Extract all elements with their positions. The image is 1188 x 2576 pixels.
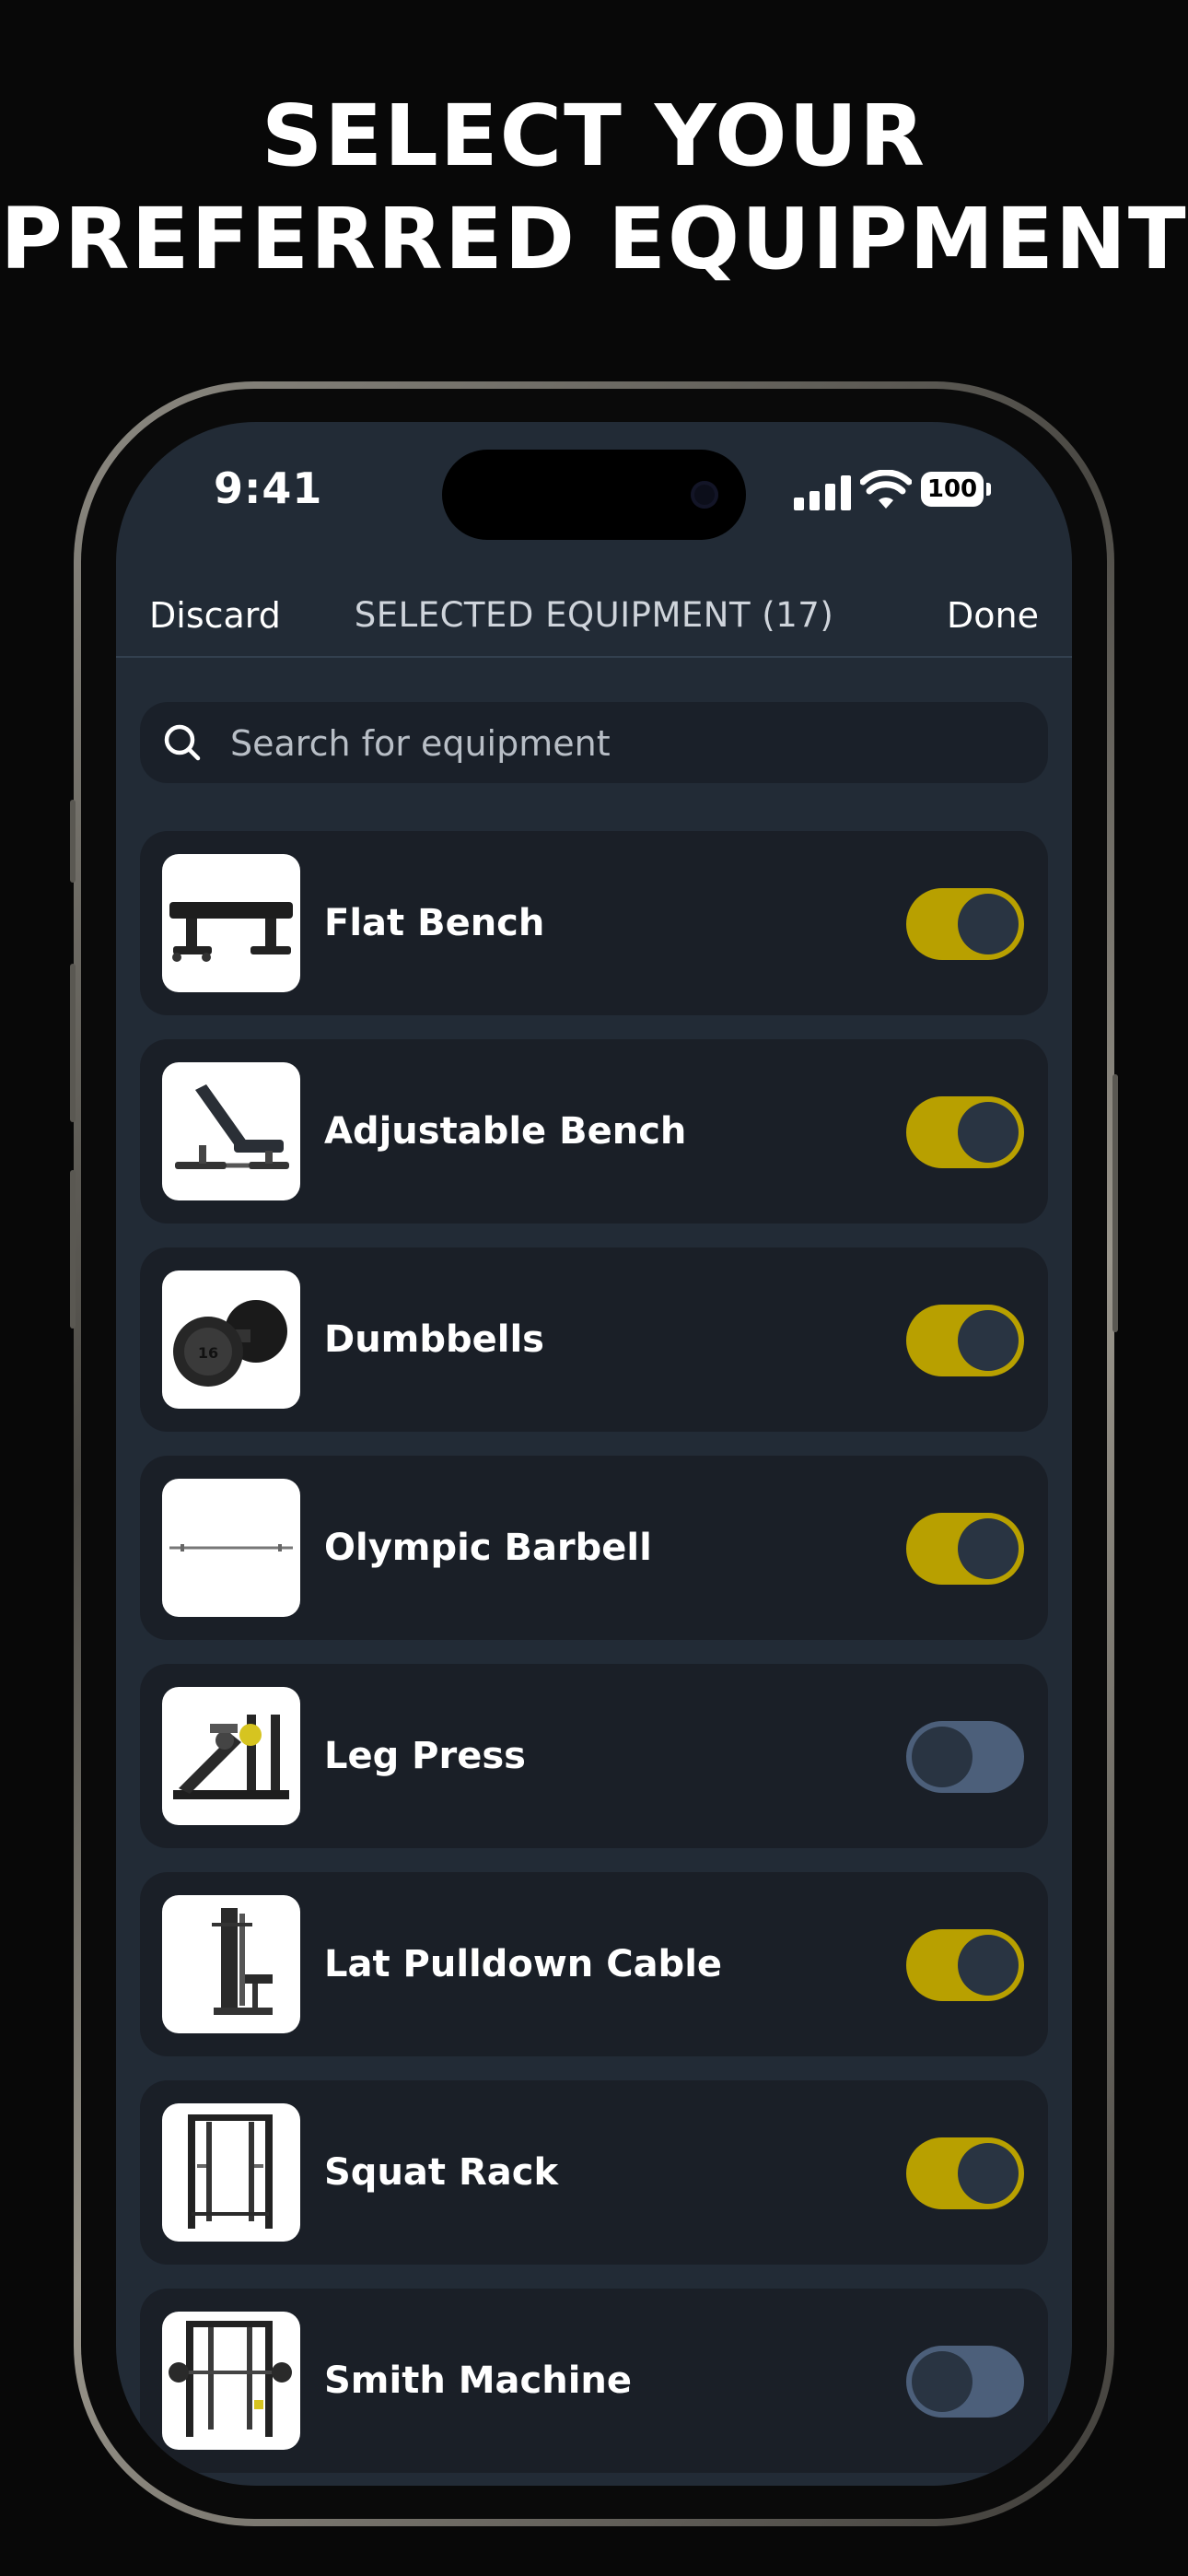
equipment-toggle[interactable] xyxy=(906,1929,1024,2001)
smith-machine-image xyxy=(162,2312,300,2450)
barbell-image xyxy=(162,1479,300,1617)
leg-press-image xyxy=(162,1687,300,1825)
equipment-toggle[interactable] xyxy=(906,1096,1024,1168)
dumbbell-weight-label: 16 xyxy=(198,1344,218,1362)
equipment-toggle[interactable] xyxy=(906,1721,1024,1793)
dynamic-island xyxy=(442,450,746,540)
equipment-toggle[interactable] xyxy=(906,2137,1024,2209)
headline-line-1: SELECT YOUR xyxy=(262,87,926,185)
volume-down-button xyxy=(70,1170,76,1329)
equipment-row-adjustable-bench[interactable]: Adjustable Bench xyxy=(140,1039,1048,1224)
equipment-row-squat-rack[interactable]: Squat Rack xyxy=(140,2080,1048,2265)
equipment-row-flat-bench[interactable]: Flat Bench xyxy=(140,831,1048,1015)
battery-icon: 100 xyxy=(921,472,984,507)
equipment-label: Dumbbells xyxy=(324,1318,544,1361)
equipment-label: Squat Rack xyxy=(324,2151,559,2194)
equipment-row-smith-machine[interactable]: Smith Machine xyxy=(140,2289,1048,2473)
equipment-row-olympic-barbell[interactable]: Olympic Barbell xyxy=(140,1456,1048,1640)
equipment-row-leg-press[interactable]: Leg Press xyxy=(140,1664,1048,1848)
app-screen: 9:41 100 SELECTED EQUIPMENT (17) Discard… xyxy=(116,422,1072,2486)
headline: SELECT YOUR PREFERRED EQUIPMENT xyxy=(0,85,1188,291)
headline-line-2: PREFERRED EQUIPMENT xyxy=(0,190,1188,288)
discard-button[interactable]: Discard xyxy=(149,595,281,636)
search-bar[interactable] xyxy=(140,702,1048,785)
equipment-toggle[interactable] xyxy=(906,1513,1024,1585)
lat-pulldown-image xyxy=(162,1895,300,2033)
equipment-label: Smith Machine xyxy=(324,2359,633,2402)
equipment-label: Adjustable Bench xyxy=(324,1110,687,1153)
equipment-label: Leg Press xyxy=(324,1735,526,1777)
equipment-label: Lat Pulldown Cable xyxy=(324,1943,723,1985)
adjustable-bench-image xyxy=(162,1062,300,1200)
equipment-toggle[interactable] xyxy=(906,888,1024,960)
done-button[interactable]: Done xyxy=(947,595,1039,636)
search-input[interactable] xyxy=(228,702,1024,785)
squat-rack-image xyxy=(162,2103,300,2242)
equipment-toggle[interactable] xyxy=(906,2346,1024,2418)
equipment-label: Flat Bench xyxy=(324,902,545,944)
equipment-label: Olympic Barbell xyxy=(324,1527,652,1569)
volume-up-button xyxy=(70,964,76,1122)
cellular-signal-icon xyxy=(794,474,853,510)
nav-divider xyxy=(116,656,1072,658)
dumbbell-image: 16 xyxy=(162,1270,300,1409)
equipment-row-lat-pulldown-cable[interactable]: Lat Pulldown Cable xyxy=(140,1872,1048,2056)
search-icon xyxy=(164,724,201,761)
status-time: 9:41 xyxy=(214,463,323,513)
side-button xyxy=(1112,1074,1118,1332)
flat-bench-image xyxy=(162,854,300,992)
action-button xyxy=(70,800,76,883)
equipment-toggle[interactable] xyxy=(906,1305,1024,1376)
equipment-row-dumbbells[interactable]: 16 Dumbbells xyxy=(140,1247,1048,1432)
wifi-icon xyxy=(860,470,912,509)
nav-bar: SELECTED EQUIPMENT (17) Discard Done xyxy=(116,569,1072,658)
